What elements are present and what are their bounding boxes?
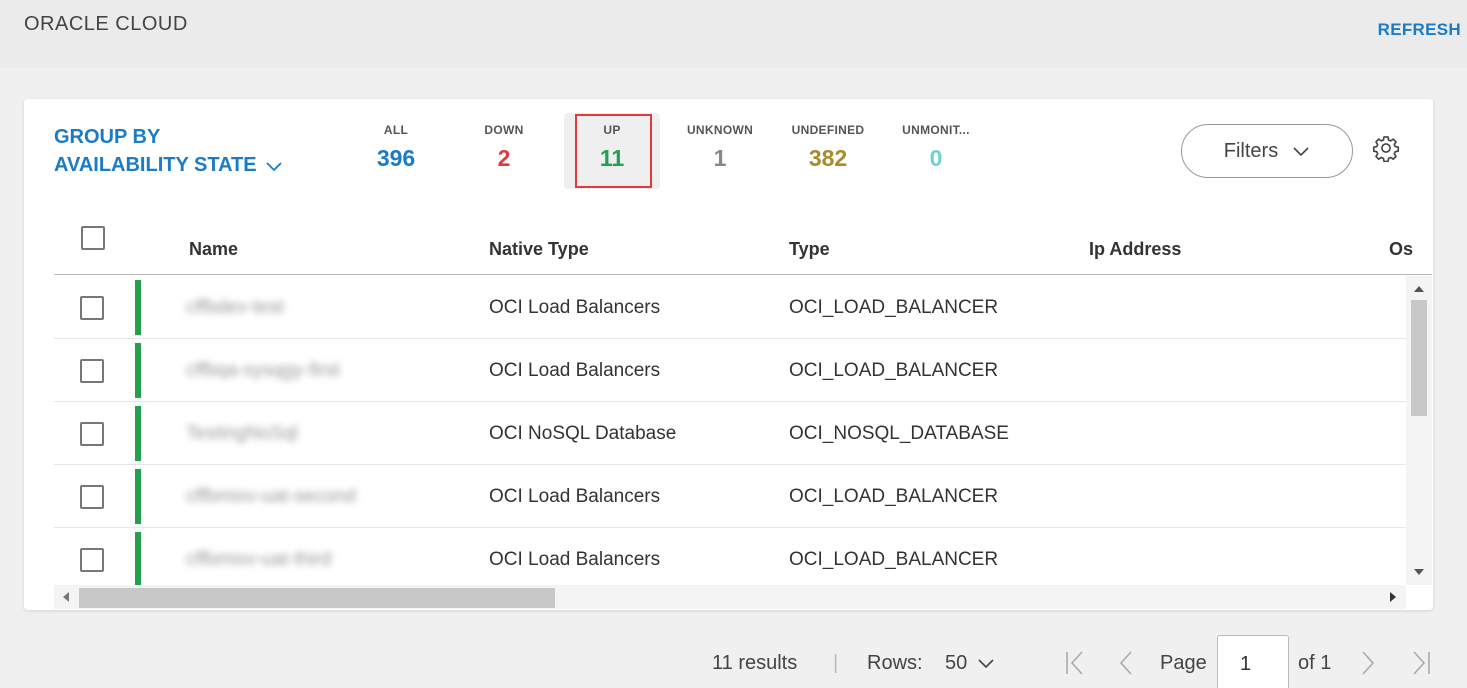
first-page-icon[interactable] (1064, 650, 1086, 682)
group-by-dropdown[interactable]: GROUP BY AVAILABILITY STATE (54, 123, 283, 180)
top-header: ORACLE CLOUD REFRESH (0, 0, 1467, 68)
horizontal-scroll-thumb[interactable] (79, 588, 555, 608)
cell-name[interactable]: cffbqa-sysqgy-first (186, 360, 340, 382)
footer-divider: | (833, 652, 839, 674)
rows-per-page-select[interactable]: 50 (945, 652, 995, 675)
stat-undefined[interactable]: UNDEFINED 382 (780, 113, 876, 189)
scroll-down-icon[interactable] (1414, 569, 1424, 575)
table-row[interactable]: TestingNoSql OCI NoSQL Database OCI_NOSQ… (54, 402, 1406, 465)
group-by-value: AVAILABILITY STATE (54, 154, 257, 176)
rows-label: Rows: (867, 652, 923, 674)
column-header-type[interactable]: Type (789, 239, 830, 260)
chevron-down-icon (977, 652, 995, 674)
table-row[interactable]: cffbmixv-uat-third OCI Load Balancers OC… (54, 528, 1406, 585)
cell-name[interactable]: cffbdev-test (186, 297, 284, 319)
cell-type: OCI_LOAD_BALANCER (789, 360, 999, 381)
stat-value: 2 (497, 145, 511, 171)
cell-name[interactable]: TestingNoSql (186, 423, 298, 445)
filters-button[interactable]: Filters (1181, 124, 1353, 178)
column-header-native-type[interactable]: Native Type (489, 239, 589, 260)
vertical-scrollbar[interactable] (1406, 276, 1432, 585)
stat-value: 382 (808, 145, 848, 171)
table-row[interactable]: cffbqa-sysqgy-first OCI Load Balancers O… (54, 339, 1406, 402)
cell-native-type: OCI NoSQL Database (489, 423, 677, 444)
next-page-icon[interactable] (1359, 650, 1377, 682)
rows-per-page-value: 50 (945, 652, 968, 674)
stat-label: DOWN (484, 123, 524, 137)
cell-type: OCI_NOSQL_DATABASE (789, 423, 1009, 444)
horizontal-scrollbar[interactable] (54, 585, 1406, 609)
pagination-footer: 11 results | Rows: 50 Page 1 of 1 (0, 632, 1467, 688)
gear-icon[interactable] (1372, 134, 1400, 163)
select-all-checkbox[interactable] (81, 226, 105, 250)
cell-name[interactable]: cffbmixv-uat-third (186, 549, 331, 571)
row-checkbox[interactable] (80, 422, 104, 446)
row-checkbox[interactable] (80, 296, 104, 320)
stat-unmonitored[interactable]: UNMONIT... 0 (888, 113, 984, 189)
app-title: ORACLE CLOUD (24, 13, 188, 35)
results-count: 11 results (712, 652, 798, 674)
filters-label: Filters (1223, 139, 1279, 162)
vertical-scroll-thumb[interactable] (1411, 300, 1427, 416)
column-header-name[interactable]: Name (189, 239, 238, 260)
scroll-up-icon[interactable] (1414, 286, 1424, 292)
cell-type: OCI_LOAD_BALANCER (789, 486, 999, 507)
stat-value: 0 (929, 145, 943, 171)
status-indicator (135, 280, 141, 335)
previous-page-icon[interactable] (1117, 650, 1135, 682)
stat-label: ALL (383, 123, 409, 137)
status-indicator (135, 469, 141, 524)
stat-all[interactable]: ALL 396 (348, 113, 444, 189)
stat-label: UNKNOWN (686, 123, 754, 137)
table-row[interactable]: cffbmixv-uat-second OCI Load Balancers O… (54, 465, 1406, 528)
cell-type: OCI_LOAD_BALANCER (789, 297, 999, 318)
scroll-right-icon[interactable] (1390, 592, 1396, 602)
page-label: Page (1160, 652, 1207, 674)
column-header-os[interactable]: Os (1389, 239, 1413, 260)
status-indicator (135, 343, 141, 398)
chevron-down-icon (1292, 140, 1310, 163)
chevron-down-icon (265, 152, 283, 180)
stat-label: UP (603, 123, 621, 137)
cell-native-type: OCI Load Balancers (489, 486, 661, 507)
column-header-ip-address[interactable]: Ip Address (1089, 239, 1181, 260)
stat-value: 11 (599, 145, 625, 171)
table-row[interactable]: cffbdev-test OCI Load Balancers OCI_LOAD… (54, 276, 1406, 339)
page-total: of 1 (1298, 652, 1332, 674)
stat-value: 1 (713, 145, 727, 171)
cell-native-type: OCI Load Balancers (489, 297, 661, 318)
group-by-label: GROUP BY (54, 126, 161, 148)
table-body: cffbdev-test OCI Load Balancers OCI_LOAD… (54, 276, 1406, 585)
stat-up[interactable]: UP 11 (564, 113, 660, 189)
stat-value: 396 (376, 145, 416, 171)
stat-label: UNDEFINED (791, 123, 865, 137)
cell-name[interactable]: cffbmixv-uat-second (186, 486, 356, 508)
status-indicator (135, 532, 141, 585)
refresh-button[interactable]: REFRESH (1378, 20, 1461, 40)
stat-label: UNMONIT... (902, 123, 970, 137)
status-indicator (135, 406, 141, 461)
row-checkbox[interactable] (80, 359, 104, 383)
cell-native-type: OCI Load Balancers (489, 549, 661, 570)
row-checkbox[interactable] (80, 548, 104, 572)
cell-type: OCI_LOAD_BALANCER (789, 549, 999, 570)
last-page-icon[interactable] (1410, 650, 1432, 682)
table-header: Name Native Type Type Ip Address Os (54, 209, 1432, 275)
page-number-input[interactable]: 1 (1217, 635, 1289, 688)
stat-unknown[interactable]: UNKNOWN 1 (672, 113, 768, 189)
cell-native-type: OCI Load Balancers (489, 360, 661, 381)
resources-card: GROUP BY AVAILABILITY STATE ALL 396 DOWN… (24, 99, 1433, 610)
stat-down[interactable]: DOWN 2 (456, 113, 552, 189)
row-checkbox[interactable] (80, 485, 104, 509)
scroll-left-icon[interactable] (63, 592, 69, 602)
